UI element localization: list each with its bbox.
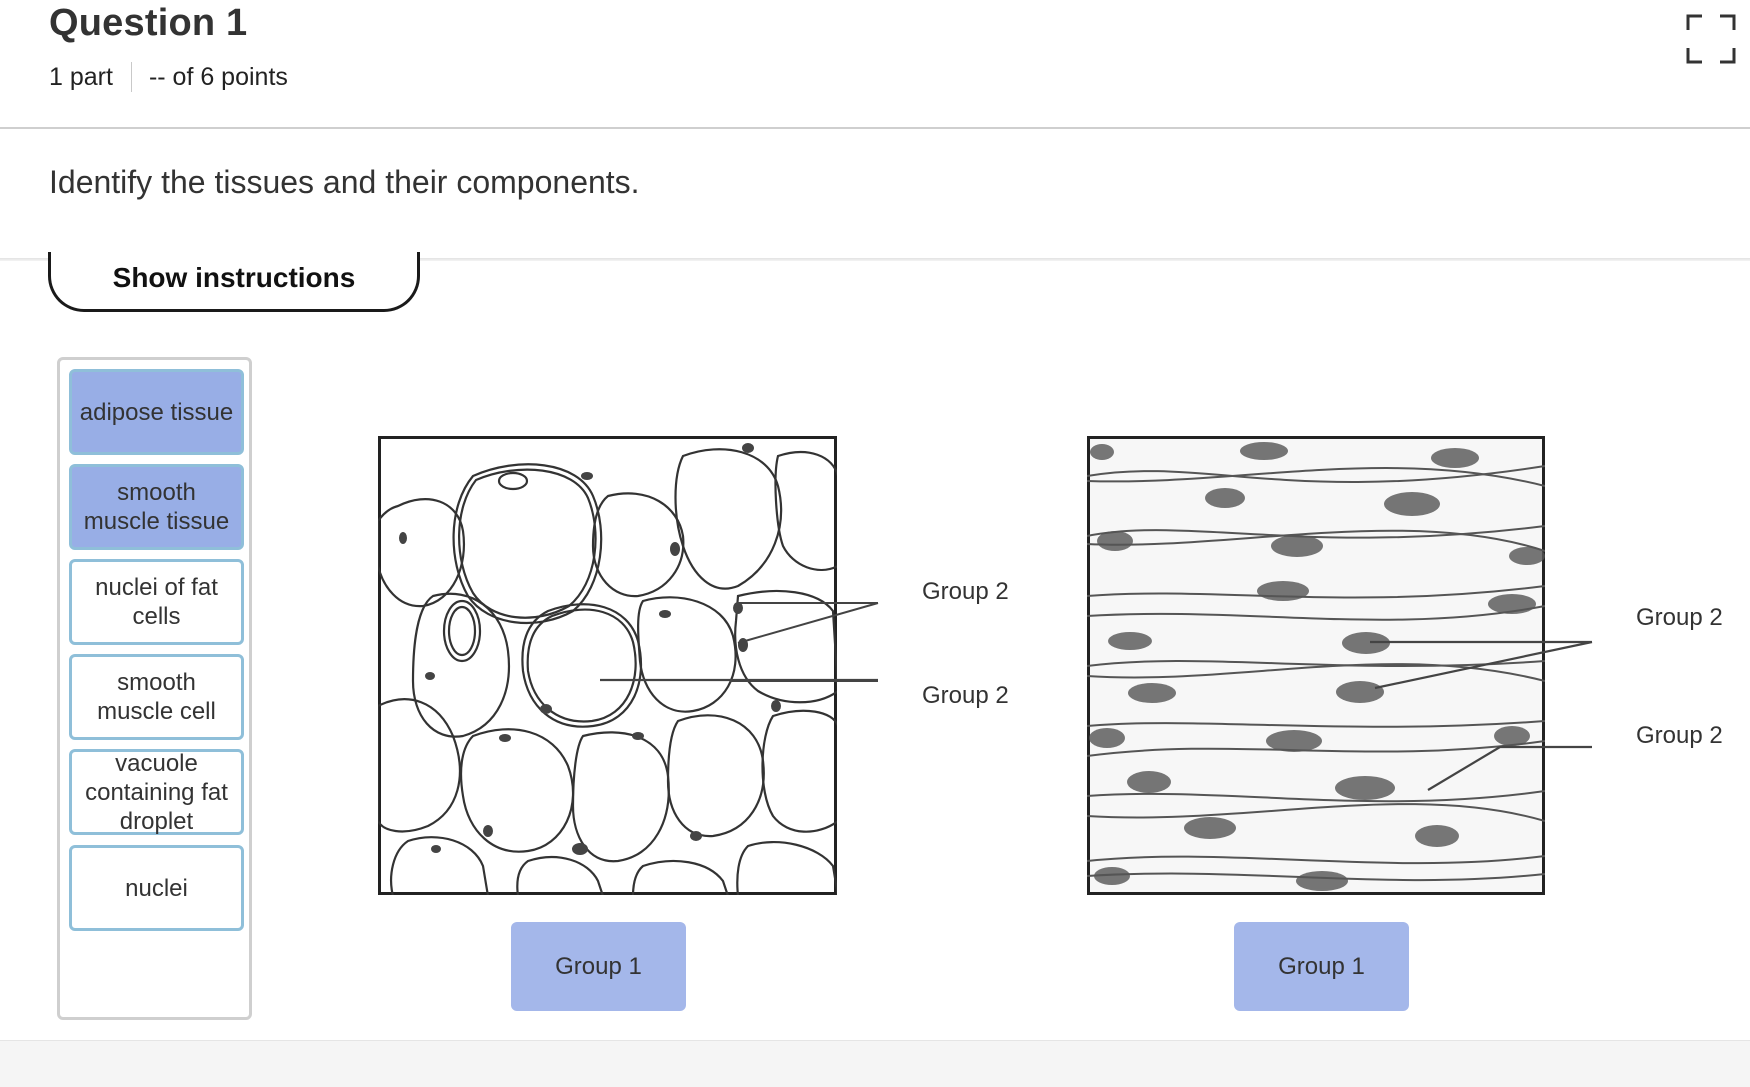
smooth-muscle-pointer-label-lower[interactable]: Group 2 bbox=[1636, 722, 1723, 750]
answer-chip-adipose-tissue[interactable]: adipose tissue bbox=[69, 369, 244, 455]
adipose-tissue-drop-target[interactable]: Group 1 bbox=[511, 922, 686, 1011]
show-instructions-button[interactable]: Show instructions bbox=[48, 252, 420, 312]
adipose-pointer-label-upper[interactable]: Group 2 bbox=[922, 578, 1009, 606]
answer-chip-smooth-muscle-tissue[interactable]: smooth muscle tissue bbox=[69, 464, 244, 550]
points-status: -- of 6 points bbox=[148, 62, 288, 91]
answer-bank: adipose tissue smooth muscle tissue nucl… bbox=[57, 357, 252, 1020]
adipose-pointer-line-lower bbox=[600, 678, 878, 682]
smooth-muscle-tissue-drop-target[interactable]: Group 1 bbox=[1234, 922, 1409, 1011]
question-meta: 1 part -- of 6 points bbox=[49, 62, 288, 92]
meta-divider bbox=[130, 62, 132, 92]
question-title: Question 1 bbox=[49, 2, 248, 44]
header-divider bbox=[0, 127, 1750, 129]
answer-chip-vacuole-containing-fat-droplet[interactable]: vacuole containing fat droplet bbox=[69, 749, 244, 835]
fullscreen-expand-icon[interactable] bbox=[1686, 14, 1736, 64]
part-count: 1 part bbox=[49, 62, 113, 91]
answer-chip-smooth-muscle-cell[interactable]: smooth muscle cell bbox=[69, 654, 244, 740]
question-prompt: Identify the tissues and their component… bbox=[49, 164, 640, 200]
expand-corners-icon bbox=[1686, 14, 1736, 64]
smooth-muscle-pointer-lines bbox=[1370, 640, 1593, 791]
smooth-muscle-pointer-label-upper[interactable]: Group 2 bbox=[1636, 604, 1723, 632]
answer-chip-nuclei-of-fat-cells[interactable]: nuclei of fat cells bbox=[69, 559, 244, 645]
footer-bar bbox=[0, 1041, 1750, 1087]
answer-chip-nuclei[interactable]: nuclei bbox=[69, 845, 244, 931]
adipose-pointer-label-lower[interactable]: Group 2 bbox=[922, 682, 1009, 710]
